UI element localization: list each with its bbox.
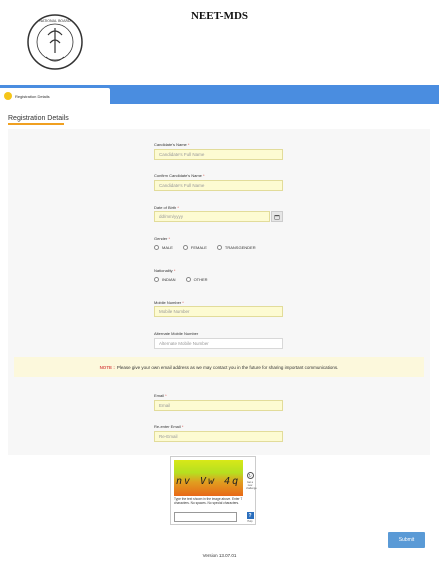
calendar-icon — [274, 214, 280, 219]
mobile-label: Mobile Number * — [154, 300, 184, 305]
captcha-refresh-button[interactable]: ↻ Get a new challenge — [246, 472, 257, 490]
candidate-name-placeholder: Candidate's Full Name — [159, 152, 205, 157]
captcha-text: nv Vw 4q y — [176, 476, 243, 487]
tab-label: Registration Details — [15, 93, 50, 99]
info-icon — [4, 92, 12, 100]
radio-circle — [154, 245, 159, 250]
version-text: Version 13.07.01 — [202, 553, 237, 558]
gender-radio-group: MALE FEMALE TRANSGENDER — [154, 245, 266, 250]
alt-mobile-label: Alternate Mobile Number — [154, 331, 199, 336]
re-email-label: Re-enter Email * — [154, 424, 184, 429]
section-title: Registration Details — [8, 115, 69, 122]
radio-circle — [182, 245, 188, 250]
submit-button[interactable]: Submit — [388, 532, 425, 548]
note-key: NOTE : — [99, 364, 115, 370]
candidate-name-label: Candidate's Name * — [154, 142, 190, 147]
help-icon: ? — [246, 512, 254, 519]
nationality-indian-radio[interactable]: INDIAN — [154, 277, 176, 282]
captcha-widget: nv Vw 4q y ↻ Get a new challenge Type th… — [170, 456, 257, 525]
dob-label: Date of Birth * — [154, 205, 179, 210]
confirm-name-label: Confirm Candidate's Name * — [154, 173, 205, 178]
radio-circle — [154, 277, 159, 282]
refresh-icon: ↻ — [246, 472, 254, 479]
email-input[interactable]: Email — [154, 400, 283, 411]
page-title: NEET-MDS — [190, 10, 249, 22]
nationality-label: Nationality * — [154, 268, 176, 273]
nationality-radio-group: INDIAN OTHER — [154, 277, 218, 282]
captcha-input[interactable] — [174, 512, 237, 522]
gender-female-radio[interactable]: FEMALE — [182, 245, 207, 250]
re-email-input[interactable]: Re-Email — [154, 431, 283, 442]
dob-placeholder: dd/mm/yyyy — [159, 214, 184, 219]
alt-mobile-placeholder: Alternate Mobile Number — [159, 341, 209, 346]
mobile-placeholder: Mobile Number — [159, 309, 190, 314]
confirm-name-input[interactable]: Candidate's Full Name — [154, 180, 283, 191]
mobile-input[interactable]: Mobile Number — [154, 306, 283, 317]
gender-male-radio[interactable]: MALE — [154, 245, 173, 250]
candidate-name-input[interactable]: Candidate's Full Name — [154, 149, 283, 160]
captcha-image: nv Vw 4q y — [174, 460, 243, 496]
section-underline — [8, 123, 64, 125]
confirm-name-placeholder: Candidate's Full Name — [159, 183, 205, 188]
note-text: Please give your own email address as we… — [116, 364, 339, 370]
captcha-help-button[interactable]: ? Help — [246, 512, 254, 523]
tab-registration-details[interactable]: Registration Details — [0, 88, 110, 104]
radio-circle — [216, 245, 222, 250]
gender-transgender-radio[interactable]: TRANSGENDER — [216, 245, 256, 250]
alt-mobile-input[interactable]: Alternate Mobile Number — [154, 338, 283, 349]
nationality-other-radio[interactable]: OTHER — [185, 277, 208, 282]
email-label: Email * — [154, 393, 167, 398]
gender-label: Gender * — [154, 236, 171, 241]
email-note: NOTE : Please give your own email addres… — [14, 357, 424, 377]
radio-circle — [185, 277, 191, 282]
email-placeholder: Email — [159, 403, 171, 408]
re-email-placeholder: Re-Email — [159, 434, 178, 439]
captcha-instructions: Type the text shown in the image above. … — [174, 497, 243, 505]
dob-input[interactable]: dd/mm/yyyy — [154, 211, 270, 222]
calendar-button[interactable] — [271, 211, 283, 222]
